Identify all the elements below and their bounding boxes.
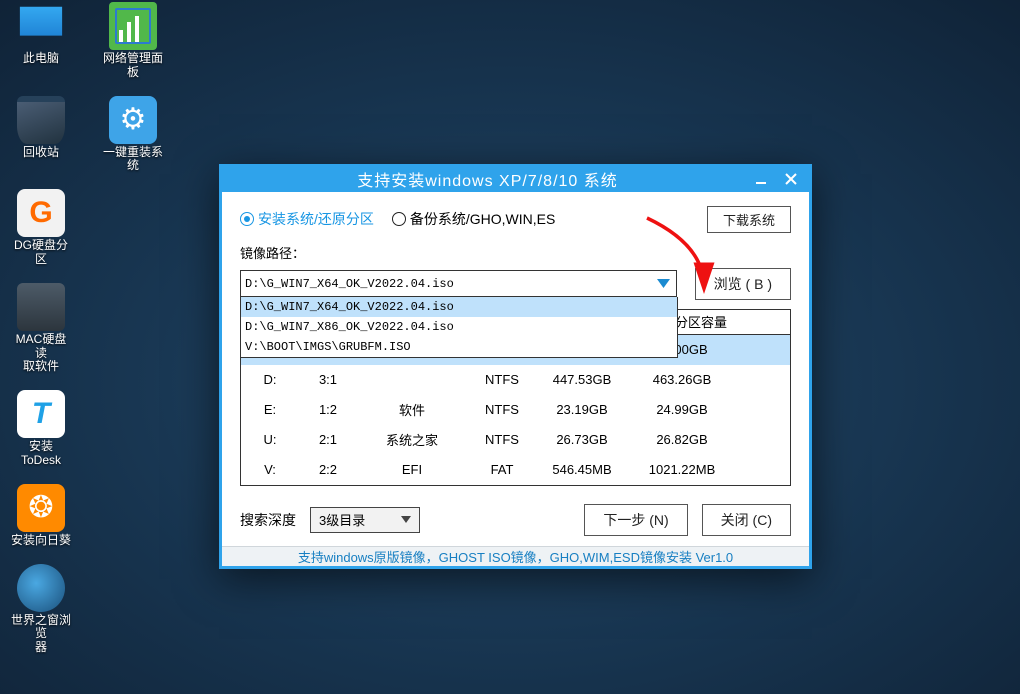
radio-circle-icon (392, 212, 406, 226)
close-button[interactable] (783, 171, 799, 187)
chevron-down-icon (657, 279, 670, 289)
depth-label: 搜索深度 (240, 510, 296, 530)
download-button[interactable]: 下载系统 (707, 206, 791, 233)
desktop-icons: 此电脑 网络管理面板 回收站 一键重装系统 DG硬盘分区 MAC硬盘读 取软件 (10, 2, 164, 655)
table-row[interactable]: V: 2:2 EFI FAT 546.45MB 1021.22MB (241, 455, 790, 485)
col-capacity: 分区容量 (675, 312, 737, 331)
desktop-icon-label: DG硬盘分区 (10, 239, 72, 267)
combo-option[interactable]: D:\G_WIN7_X86_OK_V2022.04.iso (241, 317, 677, 337)
netpanel-icon (109, 2, 157, 50)
desktop-icon-installer[interactable]: 一键重装系统 (102, 96, 164, 174)
desktop-icon-label: MAC硬盘读 取软件 (10, 333, 72, 374)
depth-value: 3级目录 (319, 510, 365, 529)
radio-label: 备份系统/GHO,WIN,ES (410, 209, 555, 229)
close-button-footer[interactable]: 关闭 (C) (702, 504, 791, 536)
globe-icon (17, 564, 65, 612)
desktop-icon-netpanel[interactable]: 网络管理面板 (102, 2, 164, 80)
combo-option[interactable]: D:\G_WIN7_X64_OK_V2022.04.iso (241, 297, 677, 317)
radio-label: 安装系统/还原分区 (258, 209, 374, 229)
desktop-icon-recycle-bin[interactable]: 回收站 (10, 96, 72, 174)
desktop-icon-label: 世界之窗浏览 器 (10, 614, 72, 655)
desktop-icon-dg[interactable]: DG硬盘分区 (10, 189, 72, 267)
minimize-button[interactable] (753, 171, 769, 187)
close-icon (784, 172, 798, 186)
desktop-icon-label: 安装ToDesk (10, 440, 72, 468)
desktop-icon-label: 回收站 (23, 146, 59, 160)
dialog-title: 支持安装windows XP/7/8/10 系统 (222, 167, 753, 191)
next-button[interactable]: 下一步 (N) (584, 504, 687, 536)
desktop-icon-label: 一键重装系统 (102, 146, 164, 174)
image-path-combobox[interactable]: D:\G_WIN7_X64_OK_V2022.04.iso (240, 270, 677, 297)
gear-icon (109, 96, 157, 144)
pc-icon (17, 2, 65, 50)
desktop-icon-browser[interactable]: 世界之窗浏览 器 (10, 564, 72, 655)
image-path-value: D:\G_WIN7_X64_OK_V2022.04.iso (245, 277, 454, 291)
dialog-footer: 支持windows原版镜像，GHOST ISO镜像，GHO,WIM,ESD镜像安… (222, 546, 809, 566)
desktop-icon-label: 网络管理面板 (102, 52, 164, 80)
table-row[interactable]: E: 1:2 软件 NTFS 23.19GB 24.99GB (241, 395, 790, 425)
desktop-icon-todesk[interactable]: 安装ToDesk (10, 390, 72, 468)
desktop-icon-sunflower[interactable]: 安装向日葵 (10, 484, 72, 548)
combo-option[interactable]: V:\BOOT\IMGS\GRUBFM.ISO (241, 337, 677, 357)
desktop-icon-label: 此电脑 (23, 52, 59, 66)
sunflower-icon (17, 484, 65, 532)
table-row[interactable]: U: 2:1 系统之家 NTFS 26.73GB 26.82GB (241, 425, 790, 455)
chevron-down-icon (401, 516, 411, 523)
radio-backup[interactable]: 备份系统/GHO,WIN,ES (392, 209, 555, 229)
todesk-icon (17, 390, 65, 438)
dg-icon (17, 189, 65, 237)
table-row[interactable]: D: 3:1 NTFS 447.53GB 463.26GB (241, 365, 790, 395)
desktop-icon-label: 安装向日葵 (11, 534, 71, 548)
path-label: 镜像路径： (240, 243, 791, 262)
desktop-icon-this-pc[interactable]: 此电脑 (10, 2, 72, 80)
trash-icon (17, 96, 65, 144)
minimize-icon (754, 172, 768, 186)
depth-select[interactable]: 3级目录 (310, 507, 420, 533)
apple-icon (17, 283, 65, 331)
browse-button[interactable]: 浏览 ( B ) (695, 268, 791, 300)
radio-dot-icon (240, 212, 254, 226)
image-path-dropdown: D:\G_WIN7_X64_OK_V2022.04.iso D:\G_WIN7_… (240, 297, 678, 358)
desktop-icon-mac[interactable]: MAC硬盘读 取软件 (10, 283, 72, 374)
title-bar: 支持安装windows XP/7/8/10 系统 (222, 167, 809, 192)
radio-install[interactable]: 安装系统/还原分区 (240, 209, 374, 229)
installer-dialog: 支持安装windows XP/7/8/10 系统 安装系统/还原分区 备份系统/ (219, 164, 812, 569)
